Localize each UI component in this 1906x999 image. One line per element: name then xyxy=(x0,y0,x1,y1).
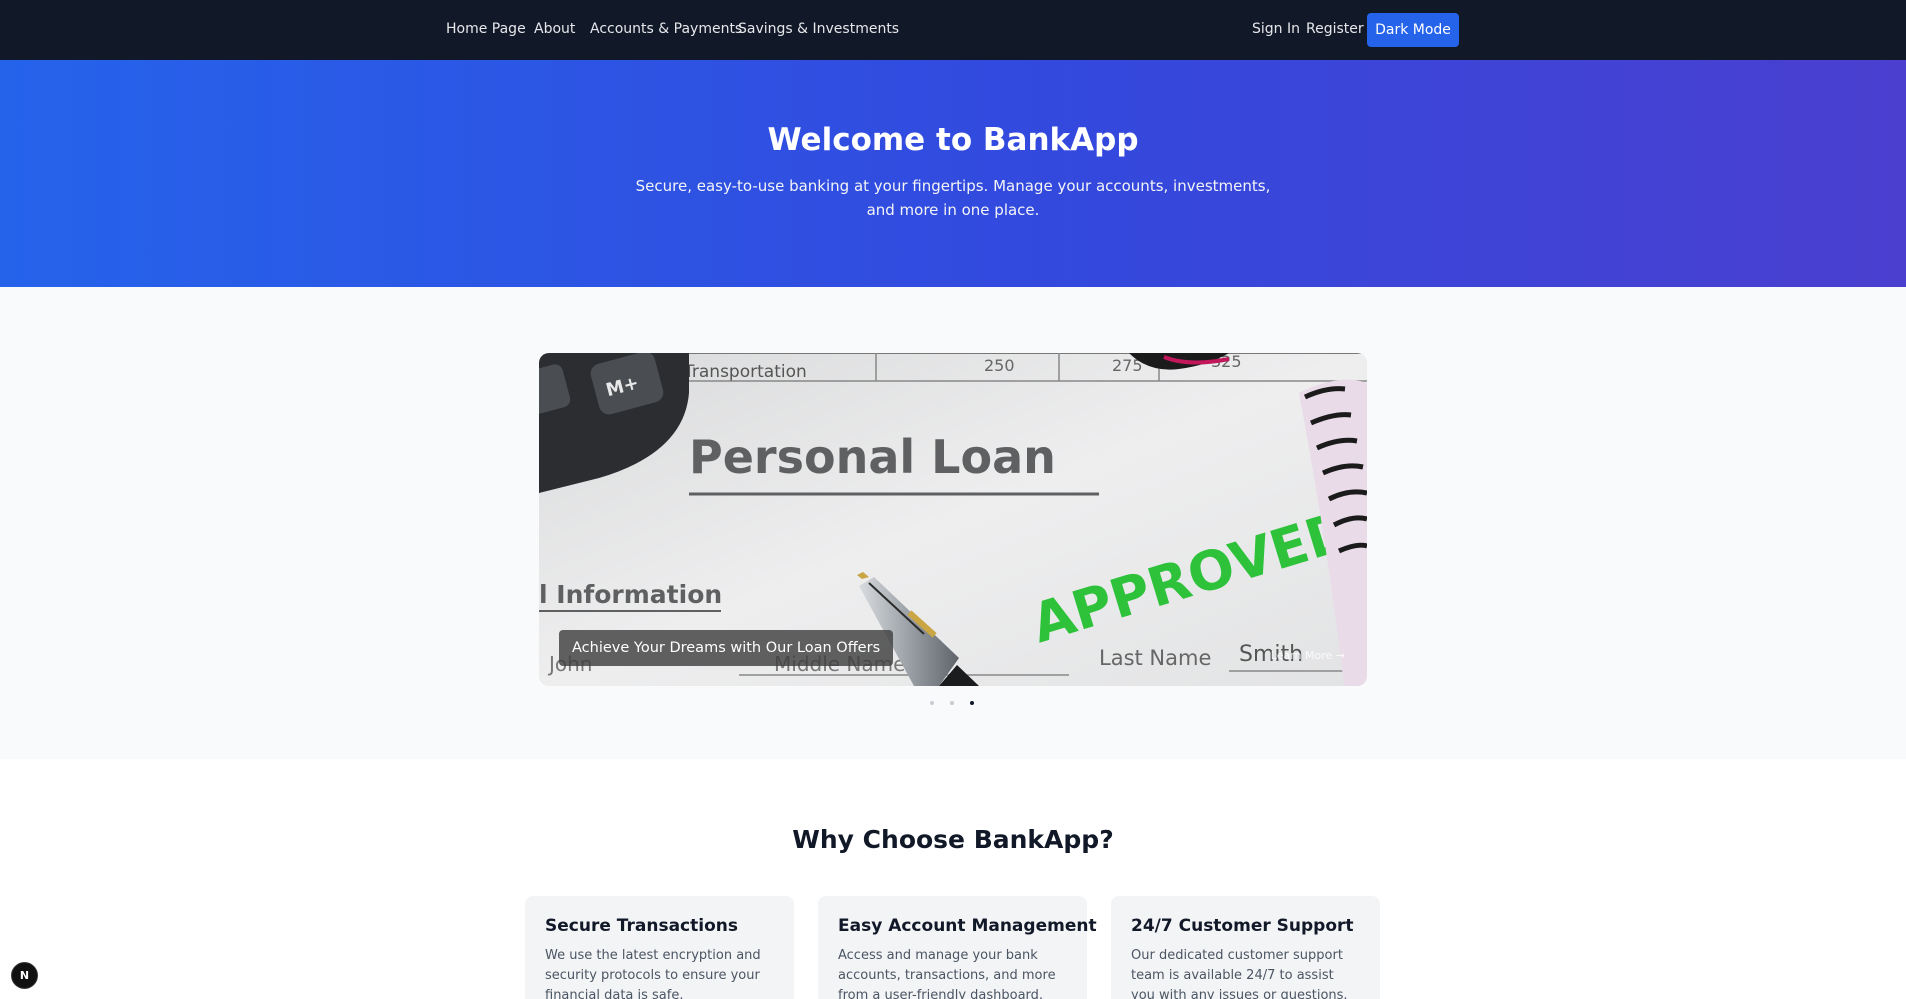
nav-about-link[interactable]: About xyxy=(534,21,575,37)
carousel-dot-1[interactable] xyxy=(930,701,934,705)
nav-home-link[interactable]: Home Page xyxy=(446,21,526,37)
learn-more-link[interactable]: Learn More → xyxy=(1271,649,1345,662)
register-link[interactable]: Register xyxy=(1306,21,1364,37)
features-title: Why Choose BankApp? xyxy=(792,825,1114,854)
feature-card-body: We use the latest encryption and securit… xyxy=(545,948,761,999)
hero-title: Welcome to BankApp xyxy=(767,122,1139,158)
carousel-dot-3[interactable] xyxy=(970,701,974,705)
number-text: 250 xyxy=(984,356,1015,375)
feature-card-body: Access and manage your bank accounts, tr… xyxy=(838,948,1056,999)
feature-card: Secure Transactions We use the latest en… xyxy=(525,896,794,999)
hero-subtitle: Secure, easy-to-use banking at your fing… xyxy=(635,177,1271,219)
feature-card-title: Easy Account Management xyxy=(838,916,1097,936)
loan-heading-text: Personal Loan xyxy=(689,430,1056,484)
sign-in-link[interactable]: Sign In xyxy=(1252,21,1300,37)
feature-card-body: Our dedicated customer support team is a… xyxy=(1131,948,1348,999)
nav-accounts-payments-link[interactable]: Accounts & Payments xyxy=(590,21,742,37)
carousel-dot-2[interactable] xyxy=(950,701,954,705)
dev-tools-badge-icon[interactable]: N xyxy=(11,962,38,989)
top-navbar: Home Page About Accounts & Payments Savi… xyxy=(0,0,1906,60)
feature-card-title: 24/7 Customer Support xyxy=(1131,916,1354,936)
feature-card: Easy Account Management Access and manag… xyxy=(818,896,1097,999)
section-label-text: l Information xyxy=(539,580,722,609)
carousel-slide[interactable]: Transportation 250 275 325 M+ Personal L… xyxy=(539,353,1367,686)
feature-card: 24/7 Customer Support Our dedicated cust… xyxy=(1111,896,1380,999)
dark-mode-button[interactable]: Dark Mode xyxy=(1367,13,1459,47)
feature-card-title: Secure Transactions xyxy=(545,916,738,936)
row-label-text: Transportation xyxy=(683,362,807,382)
carousel-section: Transportation 250 275 325 M+ Personal L… xyxy=(0,287,1906,759)
hero-banner: Welcome to BankApp Secure, easy-to-use b… xyxy=(0,60,1906,287)
last-name-label-text: Last Name xyxy=(1099,646,1211,670)
slide-caption: Achieve Your Dreams with Our Loan Offers xyxy=(559,630,894,666)
nav-savings-investments-link[interactable]: Savings & Investments xyxy=(738,21,899,37)
